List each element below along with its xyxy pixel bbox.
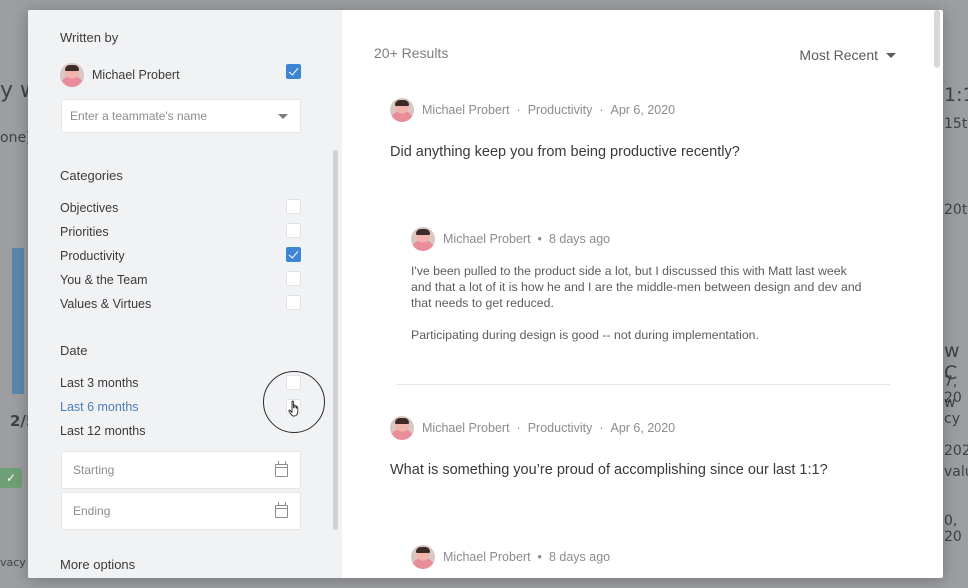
categories-label: Categories <box>60 168 123 183</box>
avatar <box>390 416 414 440</box>
post-meta: Michael Probert · Productivity · Apr 6, … <box>390 416 675 440</box>
bg-fragment: 20th <box>944 202 968 218</box>
bg-fragment: w cy <box>944 395 960 427</box>
results-scrollbar[interactable] <box>934 10 940 68</box>
bg-fragment: vacy <box>0 556 26 569</box>
bg-fragment: 1:1s <box>944 84 968 106</box>
calendar-icon[interactable] <box>275 502 288 518</box>
reply-author[interactable]: Michael Probert <box>443 232 531 246</box>
category-values-and-virtues[interactable]: Values & Virtues <box>60 297 151 311</box>
category-productivity[interactable]: Productivity <box>60 249 125 263</box>
category-objectives-checkbox[interactable] <box>286 199 301 214</box>
date-last-6-months[interactable]: Last 6 months <box>60 400 139 414</box>
sort-label: Most Recent <box>799 47 878 63</box>
category-priorities[interactable]: Priorities <box>60 225 109 239</box>
date-last-12-months[interactable]: Last 12 months <box>60 424 145 438</box>
post-question[interactable]: Did anything keep you from being product… <box>390 144 740 160</box>
results-panel: 20+ Results Most Recent Michael Probert … <box>342 10 943 578</box>
filter-sidebar: Written by Michael Probert Enter a teamm… <box>28 10 342 578</box>
bg-fragment: 0, 20 <box>944 513 962 545</box>
reply-author[interactable]: Michael Probert <box>443 550 531 564</box>
author-name: Michael Probert <box>92 68 180 82</box>
post-divider <box>396 384 890 385</box>
avatar <box>411 227 435 251</box>
calendar-icon[interactable] <box>275 461 288 477</box>
reply-body: I've been pulled to the product side a l… <box>411 263 871 343</box>
results-count: 20+ Results <box>374 45 449 61</box>
sort-dropdown[interactable]: Most Recent <box>799 47 896 63</box>
post-date: Apr 6, 2020 <box>610 103 676 117</box>
reply-meta: Michael Probert • 8 days ago <box>411 545 610 569</box>
avatar <box>390 98 414 122</box>
date-label: Date <box>60 343 88 358</box>
category-priorities-checkbox[interactable] <box>286 223 301 238</box>
category-you-and-the-team-checkbox[interactable] <box>286 271 301 286</box>
post-category[interactable]: Productivity <box>528 421 593 435</box>
sidebar-scrollbar[interactable] <box>333 150 338 530</box>
reply-line: I've been pulled to the product side a l… <box>411 264 847 278</box>
post-author[interactable]: Michael Probert <box>422 421 510 435</box>
author-filter-row[interactable]: Michael Probert <box>60 62 302 88</box>
category-you-and-the-team[interactable]: You & the Team <box>60 273 148 287</box>
avatar <box>411 545 435 569</box>
avatar <box>60 63 84 87</box>
bg-fragment: 15th <box>944 116 968 132</box>
ending-placeholder: Ending <box>73 504 111 518</box>
category-values-and-virtues-checkbox[interactable] <box>286 295 301 310</box>
post-category[interactable]: Productivity <box>528 103 593 117</box>
teammate-placeholder: Enter a teammate's name <box>70 109 208 123</box>
starting-placeholder: Starting <box>73 463 115 477</box>
date-last-3-months[interactable]: Last 3 months <box>60 376 139 390</box>
bg-fragment: 202 <box>944 443 968 459</box>
reply-time: 8 days ago <box>548 232 611 246</box>
hand-pointer-icon <box>288 400 299 417</box>
post-author[interactable]: Michael Probert <box>422 103 510 117</box>
bg-chart-bar <box>12 248 24 394</box>
post-meta: Michael Probert · Productivity · Apr 6, … <box>390 98 675 122</box>
category-objectives[interactable]: Objectives <box>60 201 118 215</box>
chevron-down-icon <box>886 52 896 58</box>
check-icon: ✓ <box>0 468 22 488</box>
category-productivity-checkbox[interactable] <box>286 247 301 262</box>
reply-time: 8 days ago <box>548 550 611 564</box>
post-question[interactable]: What is something you’re proud of accomp… <box>390 462 828 478</box>
reply-line: Participating during design is good -- n… <box>411 328 759 342</box>
filter-modal: Written by Michael Probert Enter a teamm… <box>28 10 943 578</box>
teammate-select[interactable]: Enter a teammate's name <box>61 99 301 133</box>
ending-date-input[interactable]: Ending <box>61 492 301 530</box>
bg-fragment: one) <box>0 130 32 146</box>
bg-fragment: valu <box>944 464 968 480</box>
starting-date-input[interactable]: Starting <box>61 451 301 489</box>
post-date: Apr 6, 2020 <box>610 421 676 435</box>
reply-meta: Michael Probert • 8 days ago <box>411 227 610 251</box>
reply-line: and that a lot of it is how he and I are… <box>411 280 862 294</box>
chevron-down-icon <box>278 114 288 119</box>
more-options-link[interactable]: More options <box>60 557 135 572</box>
reply-line: that needs to get reduced. <box>411 296 554 310</box>
written-by-label: Written by <box>60 30 119 45</box>
author-checkbox[interactable] <box>286 64 301 79</box>
